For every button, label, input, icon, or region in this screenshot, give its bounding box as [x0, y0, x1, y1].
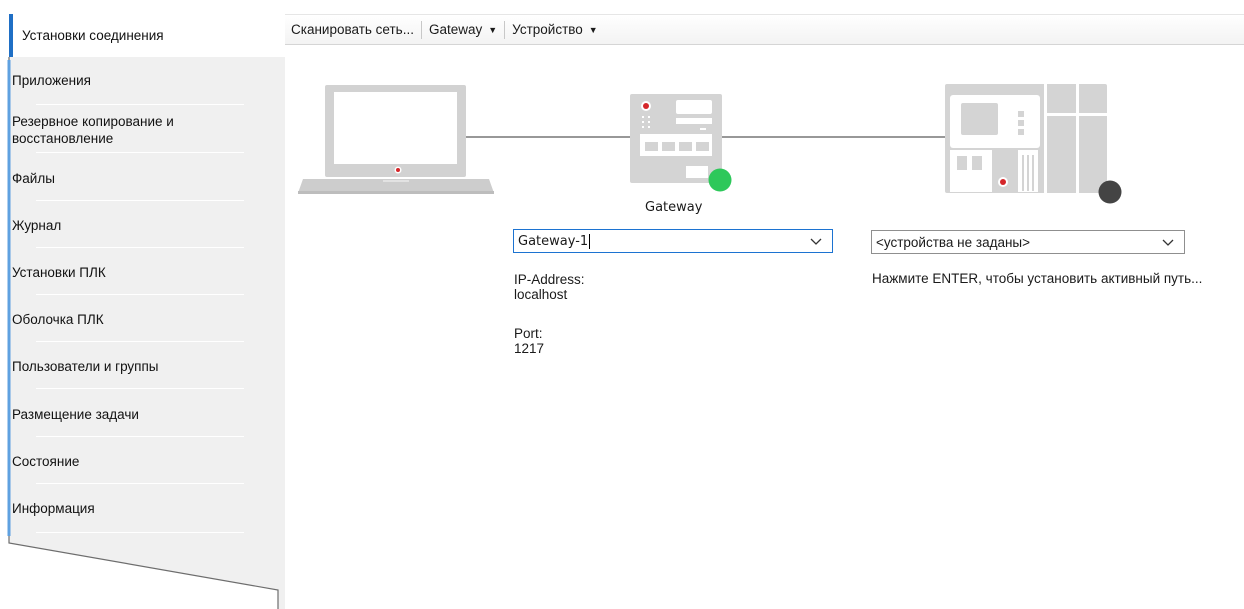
gateway-port-value: 1217 [514, 341, 545, 356]
text-cursor [589, 233, 591, 249]
gateway-ip-label: IP-Address: [514, 272, 585, 287]
device-select-value: <устройства не заданы> [876, 234, 1031, 250]
gateway-caption: Gateway [645, 200, 703, 215]
gateway-ip-value: localhost [514, 287, 568, 302]
gateway-icon[interactable] [630, 94, 732, 192]
plc-device-icon[interactable] [945, 84, 1122, 204]
chevron-down-icon [1162, 239, 1174, 246]
chevron-down-icon [810, 238, 822, 245]
gateway-port-label: Port: [514, 326, 543, 341]
network-diagram [298, 84, 1122, 204]
laptop-icon[interactable] [298, 85, 494, 194]
device-hint: Нажмите ENTER, чтобы установить активный… [872, 271, 1203, 286]
device-select[interactable]: <устройства не заданы> [871, 230, 1185, 254]
gateway-select-value: Gateway-1 [518, 233, 589, 249]
gateway-select[interactable]: Gateway-1 [513, 229, 833, 253]
